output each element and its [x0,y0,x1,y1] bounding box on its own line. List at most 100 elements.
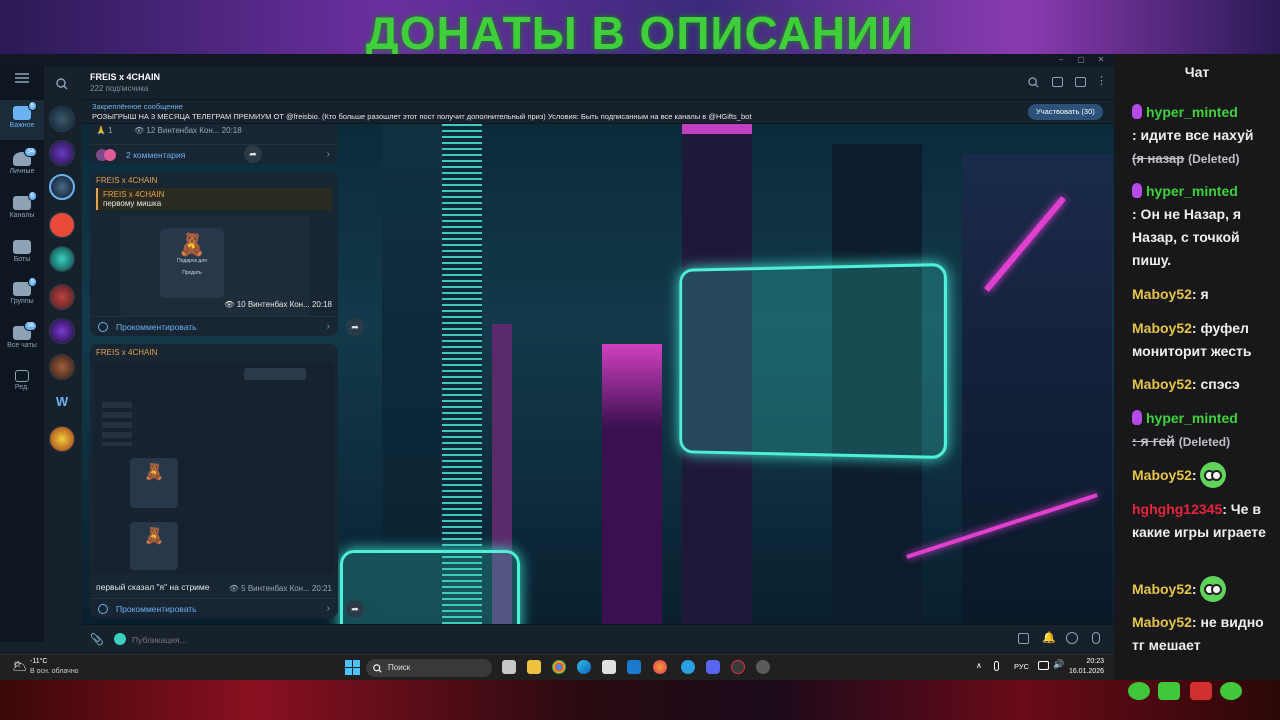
participate-button[interactable]: Участвовать (30) [1028,104,1103,120]
teddy-bear-icon: 🧸 [178,232,206,257]
windows-start-icon[interactable] [345,660,360,675]
minimize-icon[interactable]: – [1052,54,1070,66]
schedule-icon[interactable] [1018,633,1029,644]
weather-temp[interactable]: -11°C [30,658,47,665]
channel-post[interactable]: FREIS x 4CHAIN FREIS x 4CHAIN первому ми… [90,172,338,336]
post-author[interactable]: FREIS x 4CHAIN [90,344,338,357]
search-icon[interactable] [56,78,68,90]
store-icon[interactable] [602,660,616,674]
folder-all-chats[interactable]: 36 Все чаты [0,320,44,358]
chat-bubble-icon: 6 [13,101,37,120]
file-explorer-icon[interactable] [527,660,541,674]
chat-username[interactable]: Maboy52 [1132,467,1192,483]
chat-avatar[interactable] [49,284,75,310]
attach-icon[interactable]: 📎 [90,633,104,646]
gift-card: 🧸 Подарок для Продать [160,228,224,298]
reply-quote[interactable]: FREIS x 4CHAIN первому мишка [96,188,332,210]
reaction[interactable]: 🙏 1 [96,126,113,135]
chat-avatar-active[interactable] [49,174,75,200]
app-icon[interactable] [731,660,745,674]
edge-icon[interactable] [577,660,591,674]
more-options-icon[interactable]: ⋮ [1096,74,1107,87]
chat-username[interactable]: hyper_minted [1146,183,1238,199]
chat-avatar[interactable] [49,106,75,132]
folder-personal[interactable]: 34 Личные [0,146,44,184]
bot-icon [13,240,31,254]
firefox-icon[interactable] [653,660,667,674]
channel-post[interactable]: FREIS x 4CHAIN 🧸 🧸 первый сказал "я" на … [90,344,338,618]
chat-username[interactable]: Maboy52 [1132,376,1192,392]
discord-icon[interactable] [706,660,720,674]
chat-username[interactable]: hyper_minted [1146,104,1238,120]
emoji-icon[interactable] [1066,632,1078,644]
maximize-icon[interactable]: ▢ [1072,54,1090,66]
chat-avatar[interactable] [49,246,75,272]
folder-channels[interactable]: 6 Каналы [0,190,44,228]
menu-icon[interactable] [0,70,44,86]
chat-message: Maboy52: фуфел мониторит жесть [1132,320,1252,359]
network-icon[interactable] [1038,661,1049,670]
pinned-message-bar[interactable]: Закреплённое сообщение РОЗЫГРЫШ НА 3 МЕС… [82,100,1114,124]
post-author[interactable]: FREIS x 4CHAIN [90,172,338,185]
chat-avatar[interactable] [49,140,75,166]
live-chat-icon[interactable] [1052,77,1063,87]
microphone-icon[interactable] [1092,632,1100,644]
chat-username[interactable]: Maboy52 [1132,320,1192,336]
mic-badge-icon [1132,410,1142,425]
share-button[interactable]: ➦ [346,318,364,336]
volume-icon[interactable]: 🔊 [1053,659,1064,670]
chat-list: W [44,66,80,642]
language-indicator[interactable]: РУС [1014,662,1029,671]
chat-header: FREIS x 4CHAIN 222 подписчика ⋮ [82,66,1114,100]
folder-bots[interactable]: Боты [0,234,44,268]
search-icon[interactable] [1028,77,1039,88]
comment-link[interactable]: Прокомментировать › [90,316,338,336]
bell-icon[interactable]: 🔔 [1042,631,1056,644]
post-input[interactable] [132,630,932,650]
chat-message: hyper_minted : Он не Назар, я Назар, с т… [1132,183,1242,268]
chat-username[interactable]: Maboy52 [1132,581,1192,597]
mic-badge-icon [1132,104,1142,119]
close-icon[interactable]: ✕ [1092,54,1110,66]
comment-link[interactable]: Прокомментировать › [90,598,338,618]
sidebar-toggle-icon[interactable] [1075,77,1086,87]
channel-avatar-icon[interactable] [114,633,126,645]
clock-date[interactable]: 16.01.2026 [1064,668,1104,675]
stream-overlay-bottom [0,680,1280,720]
commenter-avatar [104,149,116,161]
folder-edit[interactable]: Ред. [0,364,44,398]
comment-icon [98,322,108,332]
chat-avatar[interactable] [49,354,75,380]
weather-icon[interactable]: 🌥 [12,659,27,673]
task-view-icon[interactable] [502,660,516,674]
windows-taskbar: 🌥 -11°C В осн. облачно Поиск ∧ РУС 🔊 20:… [0,654,1114,680]
channel-post[interactable]: 🙏 1 👁 12 Винтенбах Кон... 20:18 2 коммен… [90,124,338,164]
clock-time[interactable]: 20:23 [1070,658,1104,665]
mail-icon[interactable] [627,660,641,674]
microphone-icon[interactable] [994,661,999,671]
chat-avatar[interactable] [49,212,75,238]
subscriber-count: 222 подписчика [90,84,149,93]
chat-username[interactable]: hyper_minted [1146,410,1238,426]
folder-groups[interactable]: 9 Группы [0,276,44,314]
chat-message: Maboy52: не видно тг мешает [1132,614,1264,653]
chat-avatar-w-logo[interactable]: W [49,390,75,416]
folder-important[interactable]: 6 Важное [0,100,44,140]
taskbar-search[interactable]: Поиск [366,659,492,677]
comments-link[interactable]: 2 комментария › [90,144,338,164]
chat-avatar[interactable] [49,426,75,452]
telegram-icon[interactable] [681,660,695,674]
chrome-icon[interactable] [552,660,566,674]
chat-username[interactable]: Maboy52 [1132,614,1192,630]
chat-avatar[interactable] [49,318,75,344]
chat-username[interactable]: Maboy52 [1132,286,1192,302]
chevron-up-icon[interactable]: ∧ [976,661,982,670]
chat-username[interactable]: hghghg12345 [1132,501,1222,517]
share-button[interactable]: ➦ [244,145,262,163]
weather-desc[interactable]: В осн. облачно [30,668,79,675]
settings-icon[interactable] [756,660,770,674]
pinned-text: РОЗЫГРЫШ НА 3 МЕСЯЦА ТЕЛЕГРАМ ПРЕМИУМ ОТ… [92,112,752,121]
channel-title[interactable]: FREIS x 4CHAIN [90,72,160,82]
chat-screenshot[interactable]: 🧸 🧸 [94,362,334,574]
share-button[interactable]: ➦ [346,600,364,618]
